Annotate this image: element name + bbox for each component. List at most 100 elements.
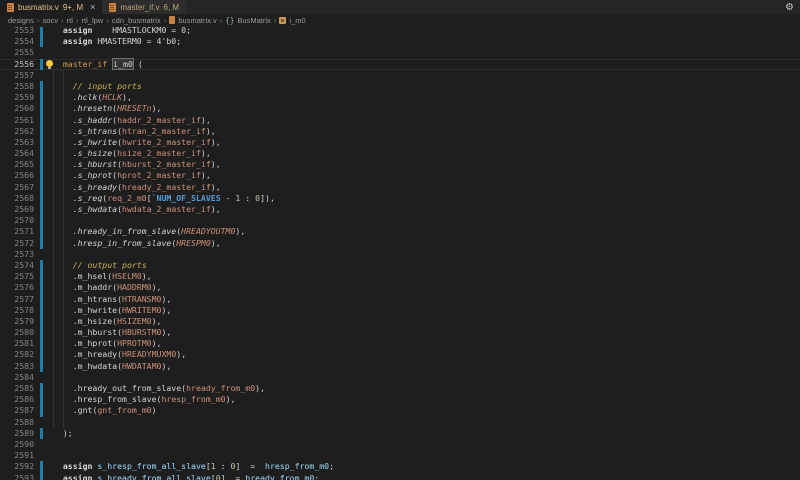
line-number: 2558 <box>0 81 38 92</box>
code-line[interactable]: 2570 <box>0 215 800 226</box>
code-line[interactable]: 2593 assign s_hready_from_all_slave[0] =… <box>0 473 800 480</box>
code-line[interactable]: 2556 master_if i_m0 ( <box>0 59 800 70</box>
breadcrumb-item-cdn_busmatrix[interactable]: cdn_busmatrix <box>112 16 161 25</box>
code-line[interactable]: 2585 .hready_out_from_slave(hready_from_… <box>0 383 800 394</box>
line-number: 2554 <box>0 36 38 47</box>
code-line[interactable]: 2583 .m_hwdata(HWDATAM0), <box>0 361 800 372</box>
code-text <box>43 215 53 226</box>
code-text: .s_hwdata(hwdata_2_master_if), <box>43 204 221 215</box>
breadcrumb-item-i_m0[interactable]: i_m0 <box>279 16 305 25</box>
breadcrumb-item-busmatrix.v[interactable]: busmatrix.v <box>169 16 216 25</box>
line-number: 2584 <box>0 372 38 383</box>
code-line[interactable]: 2571 .hready_in_from_slave(HREADYOUTM0), <box>0 226 800 237</box>
code-line[interactable]: 2589 ); <box>0 428 800 439</box>
line-number: 2553 <box>0 27 38 36</box>
line-number: 2572 <box>0 238 38 249</box>
code-line[interactable]: 2592 assign s_hresp_from_all_slave[1 : 0… <box>0 461 800 472</box>
code-text: ); <box>43 428 73 439</box>
code-line[interactable]: 2569 .s_hwdata(hwdata_2_master_if), <box>0 204 800 215</box>
code-line[interactable]: 2587 .gnt(gnt_from_m0) <box>0 405 800 416</box>
code-line[interactable]: 2579 .m_hsize(HSIZEM0), <box>0 316 800 327</box>
code-line[interactable]: 2565 .s_hburst(hburst_2_master_if), <box>0 159 800 170</box>
line-number: 2583 <box>0 361 38 372</box>
line-number: 2580 <box>0 327 38 338</box>
close-icon[interactable]: × <box>90 3 95 12</box>
line-number: 2589 <box>0 428 38 439</box>
breadcrumb-separator: › <box>164 16 167 25</box>
line-number: 2587 <box>0 405 38 416</box>
code-line[interactable]: 2581 .m_hprot(HPROTM0), <box>0 338 800 349</box>
code-line[interactable]: 2561 .s_haddr(haddr_2_master_if), <box>0 115 800 126</box>
breadcrumb-separator: › <box>61 16 64 25</box>
line-number: 2571 <box>0 226 38 237</box>
breadcrumb-item-rtl_lpw[interactable]: rtl_lpw <box>82 16 104 25</box>
code-line[interactable]: 2578 .m_hwrite(HWRITEM0), <box>0 305 800 316</box>
code-line[interactable]: 2567 .s_hready(hready_2_master_if), <box>0 182 800 193</box>
verilog-file-icon <box>109 3 116 12</box>
code-line[interactable]: 2588 <box>0 417 800 428</box>
highlighted-word: i_m0 <box>113 59 133 69</box>
code-text: .s_hsize(hsize_2_master_if), <box>43 148 211 159</box>
code-text <box>43 70 53 81</box>
code-line[interactable]: 2575 .m_hsel(HSELM0), <box>0 271 800 282</box>
code-line[interactable]: 2584 <box>0 372 800 383</box>
code-line[interactable]: 2586 .hresp_from_slave(hresp_from_m0), <box>0 394 800 405</box>
line-number: 2557 <box>0 70 38 81</box>
breadcrumb-separator: › <box>76 16 79 25</box>
code-line[interactable]: 2576 .m_haddr(HADDRM0), <box>0 282 800 293</box>
tab-busmatrix[interactable]: busmatrix.v 9+, M × <box>0 0 102 14</box>
code-line[interactable]: 2554 assign HMASTERM0 = 4'b0; <box>0 36 800 47</box>
code-text: master_if i_m0 ( <box>43 59 143 70</box>
tab-master-if[interactable]: master_if.v 6, M <box>102 0 187 14</box>
tab-modified-badge: 9+, M <box>63 3 83 12</box>
code-text: assign HMASTERM0 = 4'b0; <box>43 36 181 47</box>
code-editor[interactable]: 2553 assign HMASTLOCKM0 = 0;2554 assign … <box>0 27 800 480</box>
code-line[interactable]: 2580 .m_hburst(HBURSTM0), <box>0 327 800 338</box>
line-number: 2569 <box>0 204 38 215</box>
code-text <box>43 47 53 58</box>
code-line[interactable]: 2559 .hclk(HCLK), <box>0 92 800 103</box>
code-line[interactable]: 2582 .m_hready(HREADYMUXM0), <box>0 349 800 360</box>
code-line[interactable]: 2573 <box>0 249 800 260</box>
line-number: 2566 <box>0 170 38 181</box>
code-line[interactable]: 2560 .hresetn(HRESETn), <box>0 103 800 114</box>
line-number: 2561 <box>0 115 38 126</box>
code-line[interactable]: 2568 .s_req(req_2_m0[`NUM_OF_SLAVES - 1 … <box>0 193 800 204</box>
code-line[interactable]: 2562 .s_htrans(htran_2_master_if), <box>0 126 800 137</box>
line-number: 2579 <box>0 316 38 327</box>
breadcrumb-item-designs[interactable]: designs <box>8 16 34 25</box>
line-number: 2563 <box>0 137 38 148</box>
verilog-file-icon <box>169 16 175 24</box>
code-line[interactable]: 2557 <box>0 70 800 81</box>
tab-label: master_if.v <box>120 3 159 12</box>
code-text: .m_hsize(HSIZEM0), <box>43 316 161 327</box>
code-line[interactable]: 2590 <box>0 439 800 450</box>
code-line[interactable]: 2564 .s_hsize(hsize_2_master_if), <box>0 148 800 159</box>
code-line[interactable]: 2577 .m_htrans(HTRANSM0), <box>0 294 800 305</box>
code-text: .m_hready(HREADYMUXM0), <box>43 349 186 360</box>
code-line[interactable]: 2563 .s_hwrite(hwrite_2_master_if), <box>0 137 800 148</box>
code-text: assign s_hresp_from_all_slave[1 : 0] = h… <box>43 461 334 472</box>
line-number: 2588 <box>0 417 38 428</box>
code-line[interactable]: 2591 <box>0 450 800 461</box>
code-line[interactable]: 2572 .hresp_in_from_slave(HRESPM0), <box>0 238 800 249</box>
code-text <box>43 450 53 461</box>
code-line[interactable]: 2574 // output ports <box>0 260 800 271</box>
line-number: 2574 <box>0 260 38 271</box>
code-text: .hresp_from_slave(hresp_from_m0), <box>43 394 235 405</box>
code-text: .hready_out_from_slave(hready_from_m0), <box>43 383 265 394</box>
code-line[interactable]: 2558 // input ports <box>0 81 800 92</box>
code-line[interactable]: 2566 .s_hprot(hprot_2_master_if), <box>0 170 800 181</box>
code-line[interactable]: 2553 assign HMASTLOCKM0 = 0; <box>0 27 800 36</box>
code-text: assign HMASTLOCKM0 = 0; <box>43 27 191 36</box>
code-text: .s_req(req_2_m0[`NUM_OF_SLAVES - 1 : 0])… <box>43 193 275 204</box>
tab-label: busmatrix.v <box>18 3 59 12</box>
verilog-file-icon <box>7 3 14 12</box>
breadcrumb-item-socv[interactable]: socv <box>43 16 58 25</box>
breadcrumb-item-BusMatrix[interactable]: {}BusMatrix <box>225 16 270 25</box>
code-line[interactable]: 2555 <box>0 47 800 58</box>
symbol-instance-icon <box>279 17 286 24</box>
gear-icon[interactable]: ⚙ <box>785 0 794 14</box>
code-lines: 2553 assign HMASTLOCKM0 = 0;2554 assign … <box>0 27 800 480</box>
breadcrumb-item-rtl[interactable]: rtl <box>67 16 73 25</box>
